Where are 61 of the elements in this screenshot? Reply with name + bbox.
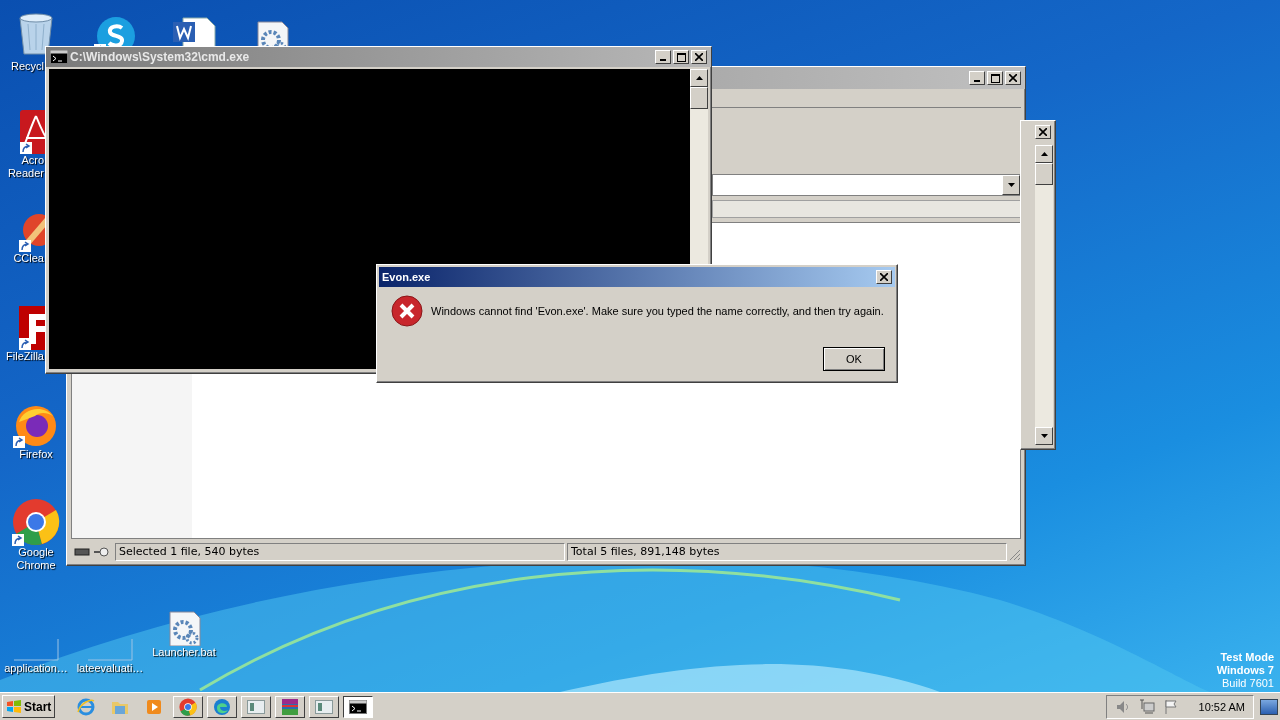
close-icon: [1039, 128, 1047, 136]
desktop-icon-label[interactable]: Chrome: [16, 559, 56, 572]
desktop-icon-label[interactable]: Google: [18, 546, 54, 559]
status-text: Selected 1 file, 540 bytes: [115, 543, 565, 561]
close-button[interactable]: [876, 270, 892, 284]
close-button[interactable]: [1035, 125, 1051, 139]
clock[interactable]: 10:52 AM: [1198, 700, 1245, 713]
close-button[interactable]: [1005, 71, 1021, 85]
address-combo[interactable]: [712, 174, 1021, 196]
chrome-icon: [12, 498, 60, 546]
archive-icon: [281, 697, 300, 716]
taskbar-button[interactable]: [343, 695, 374, 718]
maximize-button[interactable]: [987, 71, 1003, 85]
desktop-icon-label[interactable]: Acro: [21, 154, 44, 167]
close-icon: [695, 53, 703, 61]
close-icon: [1009, 74, 1017, 82]
command-prompt-icon: [349, 699, 368, 714]
caret-icon: [1007, 183, 1015, 187]
scroll-thumb[interactable]: [1035, 163, 1053, 185]
system-watermark-text: Test Mode: [1220, 651, 1274, 664]
system-watermark-text: Build 7601: [1222, 677, 1274, 690]
error-message: Windows cannot find 'Evon.exe'. Make sure you typed the name correctly, and then try again.: [431, 305, 884, 317]
desktop-icon-label[interactable]: Firefox: [19, 448, 53, 461]
up-arrow-icon: [1040, 152, 1048, 156]
network-icon: [1138, 698, 1155, 715]
up-arrow-icon: [695, 76, 703, 80]
show-desktop-button[interactable]: [1260, 698, 1278, 715]
edge-icon: [213, 697, 232, 716]
dropdown-button[interactable]: [1002, 175, 1020, 195]
close-icon: [880, 273, 888, 281]
scroll-thumb[interactable]: [690, 87, 708, 109]
minimize-button[interactable]: [655, 50, 671, 64]
window-icon: [247, 699, 266, 714]
error-icon: [391, 295, 423, 327]
window-icon: [315, 699, 334, 714]
blank-file-icon: [87, 638, 133, 662]
close-button[interactable]: [691, 50, 707, 64]
dialog-title: Evon.exe: [382, 271, 431, 283]
desktop-icon-label[interactable]: Reader: [7, 167, 44, 180]
system-watermark-text: Windows 7: [1216, 664, 1274, 677]
media-player-icon: [146, 698, 163, 715]
scrollbar[interactable]: [1035, 145, 1053, 445]
desktop-icon-label[interactable]: Recycl: [11, 60, 44, 73]
internet-explorer-icon: [77, 697, 96, 716]
ok-button[interactable]: OK: [823, 347, 885, 371]
start-button[interactable]: Start: [2, 695, 56, 718]
window-title: C:\Windows\System32\cmd.exe: [70, 50, 250, 64]
minimize-button[interactable]: [969, 71, 985, 85]
resize-grip-icon: [1009, 549, 1021, 561]
desktop-icon-label[interactable]: application…: [4, 662, 68, 675]
flag-icon: [1162, 698, 1179, 715]
maximize-button[interactable]: [673, 50, 689, 64]
recycle-bin-icon: [16, 12, 56, 56]
blank-file-icon: [13, 638, 59, 662]
chrome-icon: [179, 697, 198, 716]
status-text: Total 5 files, 891,148 bytes: [567, 543, 1007, 561]
command-prompt-icon: [50, 50, 68, 64]
down-arrow-icon: [1040, 434, 1048, 438]
desktop-icon-label[interactable]: CClea: [13, 252, 44, 265]
windows-logo-icon: [6, 699, 22, 714]
desktop-icon-label[interactable]: FileZilla: [6, 350, 44, 363]
